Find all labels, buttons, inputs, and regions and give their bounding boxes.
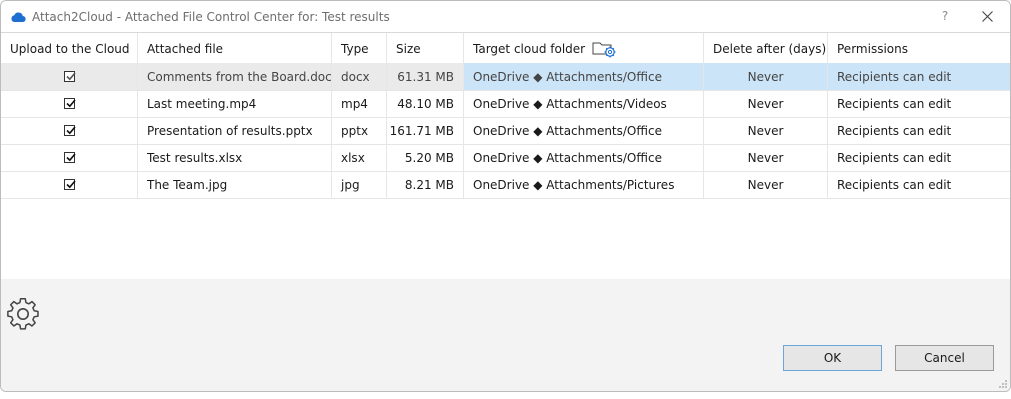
target-folder[interactable]: OneDrive ◆ Attachments/Videos	[464, 90, 704, 117]
upload-checkbox-cell	[1, 63, 138, 90]
check-icon	[65, 72, 76, 81]
delete-after[interactable]: Never	[704, 117, 828, 144]
upload-checkbox-cell	[1, 90, 138, 117]
file-size: 48.10 MB	[387, 90, 464, 117]
check-icon	[65, 153, 76, 162]
file-name: The Team.jpg	[138, 171, 332, 198]
title-bar: Attach2Cloud - Attached File Control Cen…	[1, 1, 1010, 32]
delete-after[interactable]: Never	[704, 63, 828, 90]
file-name: Last meeting.mp4	[138, 90, 332, 117]
permissions[interactable]: Recipients can edit	[828, 117, 1010, 144]
column-header-type[interactable]: Type	[332, 33, 387, 64]
upload-checkbox-cell	[1, 144, 138, 171]
resize-grip-icon[interactable]	[998, 379, 1008, 389]
column-header-delete[interactable]: Delete after (days)	[704, 33, 828, 64]
check-icon	[65, 180, 76, 189]
file-type: docx	[332, 63, 387, 90]
help-button[interactable]: ?	[934, 6, 956, 26]
table-row[interactable]: The Team.jpg jpg 8.21 MB OneDrive ◆ Atta…	[1, 171, 1010, 199]
attachments-table: Upload to the Cloud Attached file Type S…	[1, 32, 1010, 279]
dialog-footer: OK Cancel	[1, 279, 1010, 391]
column-header-file[interactable]: Attached file	[138, 33, 332, 64]
upload-checkbox-cell	[1, 117, 138, 144]
cloud-icon	[11, 12, 26, 22]
delete-after[interactable]: Never	[704, 171, 828, 198]
target-folder[interactable]: OneDrive ◆ Attachments/Office	[464, 63, 704, 90]
file-size: 61.31 MB	[387, 63, 464, 90]
column-header-target[interactable]: Target cloud folder	[464, 33, 704, 64]
delete-after[interactable]: Never	[704, 90, 828, 117]
table-row[interactable]: Test results.xlsx xlsx 5.20 MB OneDrive …	[1, 144, 1010, 172]
file-name: Comments from the Board.docx	[138, 63, 332, 90]
check-icon	[65, 126, 76, 135]
cancel-button[interactable]: Cancel	[895, 345, 994, 371]
table-header: Upload to the Cloud Attached file Type S…	[1, 32, 1010, 65]
upload-checkbox[interactable]	[63, 98, 76, 109]
permissions[interactable]: Recipients can edit	[828, 171, 1010, 198]
file-name: Presentation of results.pptx	[138, 117, 332, 144]
permissions[interactable]: Recipients can edit	[828, 63, 1010, 90]
column-header-permissions[interactable]: Permissions	[828, 33, 1010, 64]
permissions[interactable]: Recipients can edit	[828, 144, 1010, 171]
upload-checkbox-cell	[1, 171, 138, 198]
close-icon	[981, 10, 993, 22]
ok-button[interactable]: OK	[783, 345, 882, 371]
delete-after[interactable]: Never	[704, 144, 828, 171]
table-row[interactable]: Presentation of results.pptx pptx 161.71…	[1, 117, 1010, 145]
file-size: 161.71 MB	[387, 117, 464, 144]
folder-gear-icon[interactable]	[591, 39, 619, 59]
file-type: jpg	[332, 171, 387, 198]
target-folder[interactable]: OneDrive ◆ Attachments/Office	[464, 144, 704, 171]
upload-checkbox[interactable]	[63, 71, 76, 82]
table-row[interactable]: Last meeting.mp4 mp4 48.10 MB OneDrive ◆…	[1, 90, 1010, 118]
column-header-size[interactable]: Size	[387, 33, 464, 64]
column-header-upload[interactable]: Upload to the Cloud	[1, 33, 138, 64]
table-row[interactable]: Comments from the Board.docx docx 61.31 …	[1, 63, 1010, 91]
attach2cloud-dialog: Attach2Cloud - Attached File Control Cen…	[0, 0, 1011, 392]
permissions[interactable]: Recipients can edit	[828, 90, 1010, 117]
target-folder[interactable]: OneDrive ◆ Attachments/Office	[464, 117, 704, 144]
file-name: Test results.xlsx	[138, 144, 332, 171]
upload-checkbox[interactable]	[63, 179, 76, 190]
close-button[interactable]	[974, 6, 1000, 26]
file-size: 5.20 MB	[387, 144, 464, 171]
check-icon	[65, 99, 76, 108]
column-header-target-label: Target cloud folder	[473, 41, 586, 56]
file-type: mp4	[332, 90, 387, 117]
target-folder[interactable]: OneDrive ◆ Attachments/Pictures	[464, 171, 704, 198]
window-title: Attach2Cloud - Attached File Control Cen…	[32, 9, 390, 24]
file-type: pptx	[332, 117, 387, 144]
gear-icon[interactable]	[6, 297, 40, 331]
upload-checkbox[interactable]	[63, 152, 76, 163]
upload-checkbox[interactable]	[63, 125, 76, 136]
file-type: xlsx	[332, 144, 387, 171]
file-size: 8.21 MB	[387, 171, 464, 198]
